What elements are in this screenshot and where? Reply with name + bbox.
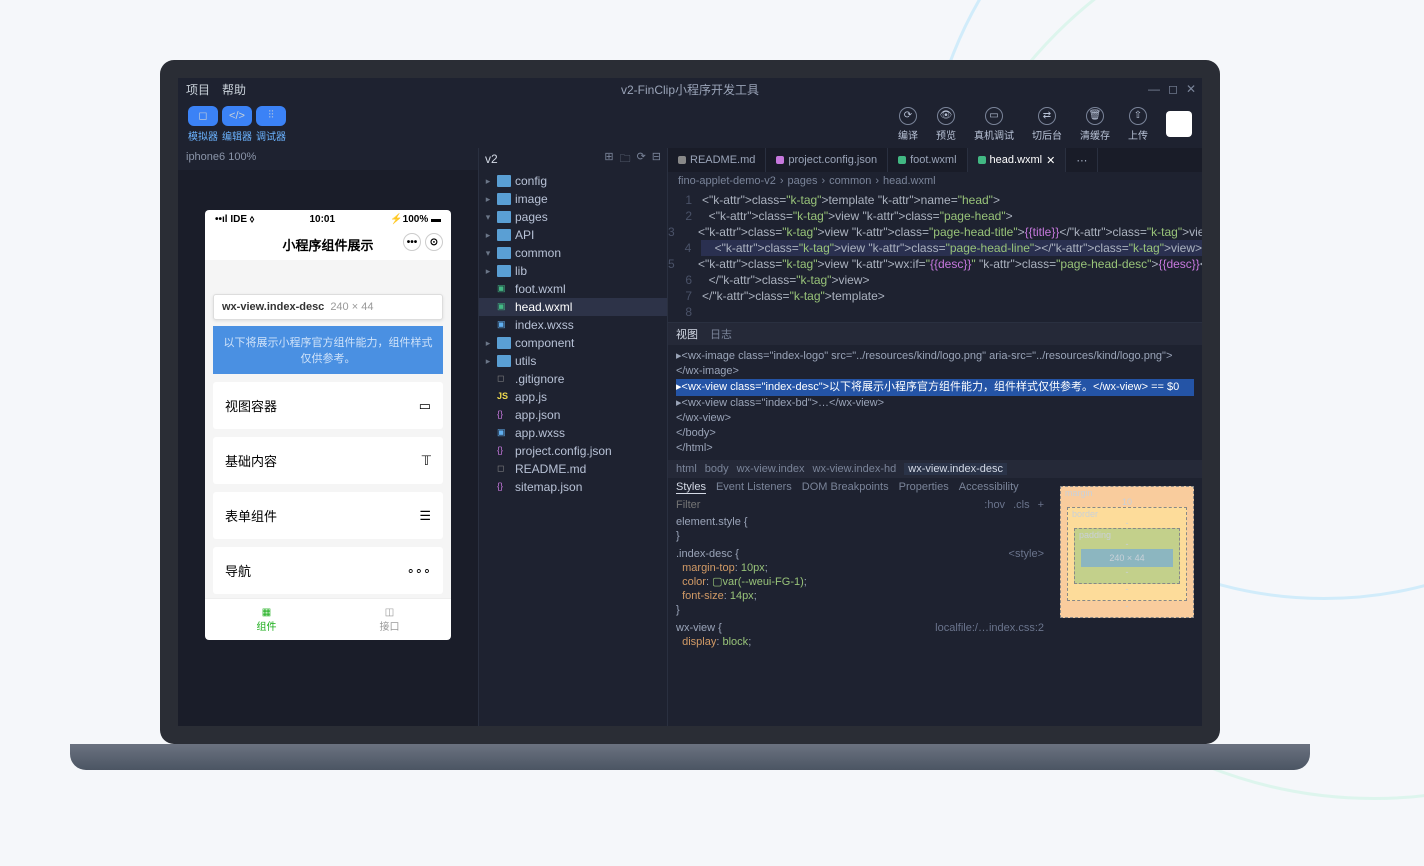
avatar[interactable] <box>1166 111 1192 137</box>
folder-common[interactable]: ▾common <box>479 244 667 262</box>
action-preview[interactable]: 👁预览 <box>936 107 956 142</box>
capsule-close-icon[interactable]: ⊙ <box>425 233 443 251</box>
device-label: iphone6 100% <box>178 148 478 170</box>
simulator-panel: iphone6 100% ••ıl IDE ⬨ 10:01 ⚡100% ▬ 小程… <box>178 148 478 726</box>
text-icon: 𝕋 <box>422 453 431 469</box>
grid-icon: ▦ <box>262 607 271 618</box>
status-battery: ⚡100% ▬ <box>390 214 441 225</box>
file-explorer: v2 ⊞ 🗀 ⟳ ⊟ ▸config ▸image ▾pages ▸API ▾comm… <box>478 148 668 726</box>
tab-component[interactable]: ▦组件 <box>205 599 328 640</box>
tab-projconfig[interactable]: project.config.json <box>766 148 888 172</box>
status-signal: ••ıl IDE ⬨ <box>215 214 254 225</box>
folder-api[interactable]: ▸API <box>479 226 667 244</box>
status-time: 10:01 <box>309 214 335 225</box>
toolbar: ◻模拟器 </>编辑器 ⫶⫶调试器 ⟳编译 👁预览 ▭真机调试 ⇄切后台 🗑清缓… <box>178 100 1202 148</box>
new-file-icon[interactable]: ⊞ <box>604 150 613 169</box>
close-icon[interactable]: ✕ <box>1186 82 1196 96</box>
file-indexwxss[interactable]: ▣index.wxss <box>479 316 667 334</box>
file-appwxss[interactable]: ▣app.wxss <box>479 424 667 442</box>
mode-editor[interactable]: </>编辑器 <box>222 106 252 143</box>
breadcrumb: fino-applet-demo-v2›pages›common›head.wx… <box>668 172 1202 190</box>
subtab-a11y[interactable]: Accessibility <box>959 481 1019 494</box>
file-appjson[interactable]: {}app.json <box>479 406 667 424</box>
styles-filter-input[interactable] <box>676 499 976 511</box>
file-sitemap[interactable]: {}sitemap.json <box>479 478 667 496</box>
subtab-props[interactable]: Properties <box>899 481 949 494</box>
action-compile[interactable]: ⟳编译 <box>898 107 918 142</box>
refresh-icon[interactable]: ⟳ <box>637 150 646 169</box>
close-tab-icon[interactable]: ✕ <box>1046 154 1055 167</box>
list-item[interactable]: 表单组件☰ <box>213 492 443 539</box>
action-upload[interactable]: ⇧上传 <box>1128 107 1148 142</box>
css-rule[interactable]: .index-desc {<style> margin-top: 10px; c… <box>668 545 1052 619</box>
file-projconfig[interactable]: {}project.config.json <box>479 442 667 460</box>
subtab-dom[interactable]: DOM Breakpoints <box>802 481 889 494</box>
list-item[interactable]: 导航∘∘∘ <box>213 547 443 594</box>
subtab-listeners[interactable]: Event Listeners <box>716 481 792 494</box>
new-folder-icon[interactable]: 🗀 <box>620 150 631 169</box>
folder-config[interactable]: ▸config <box>479 172 667 190</box>
list-item[interactable]: 基础内容𝕋 <box>213 437 443 484</box>
action-cache[interactable]: 🗑清缓存 <box>1080 107 1110 142</box>
menubar: 项目 帮助 v2-FinClip小程序开发工具 — ◻ ✕ <box>178 78 1202 100</box>
folder-image[interactable]: ▸image <box>479 190 667 208</box>
folder-pages[interactable]: ▾pages <box>479 208 667 226</box>
window-title: v2-FinClip小程序开发工具 <box>621 81 759 98</box>
nav-icon: ∘∘∘ <box>407 563 431 579</box>
subtab-styles[interactable]: Styles <box>676 481 706 494</box>
folder-utils[interactable]: ▸utils <box>479 352 667 370</box>
mode-debugger[interactable]: ⫶⫶调试器 <box>256 106 286 143</box>
inspect-tooltip: wx-view.index-desc240 × 44 <box>213 294 443 320</box>
page-title: 小程序组件展示 <box>282 238 373 253</box>
form-icon: ☰ <box>419 508 431 524</box>
box-model: margin10 border- padding- 240 × 44 - - - <box>1052 478 1202 726</box>
tab-readme[interactable]: README.md <box>668 148 766 172</box>
code-editor[interactable]: 1<"k-attr">class="k-tag">template "k-att… <box>668 190 1202 322</box>
tab-overflow[interactable]: ⋯ <box>1066 148 1098 172</box>
menu-help[interactable]: 帮助 <box>222 81 246 98</box>
file-readme[interactable]: ◻README.md <box>479 460 667 478</box>
action-background[interactable]: ⇄切后台 <box>1032 107 1062 142</box>
file-foot[interactable]: ▣foot.wxml <box>479 280 667 298</box>
add-rule-icon[interactable]: + <box>1038 499 1044 511</box>
maximize-icon[interactable]: ◻ <box>1168 82 1178 96</box>
css-rule[interactable]: wx-view {localfile:/…index.css:2 display… <box>668 619 1052 651</box>
file-gitignore[interactable]: ◻.gitignore <box>479 370 667 388</box>
laptop-mockup: 项目 帮助 v2-FinClip小程序开发工具 — ◻ ✕ ◻模拟器 </>编辑… <box>160 60 1220 770</box>
capsule-more-icon[interactable]: ••• <box>403 233 421 251</box>
ide-app: 项目 帮助 v2-FinClip小程序开发工具 — ◻ ✕ ◻模拟器 </>编辑… <box>178 78 1202 726</box>
collapse-icon[interactable]: ⊟ <box>652 150 661 169</box>
editor-tabs: README.md project.config.json foot.wxml … <box>668 148 1202 172</box>
menu-project[interactable]: 项目 <box>186 81 210 98</box>
folder-lib[interactable]: ▸lib <box>479 262 667 280</box>
container-icon: ▭ <box>419 398 431 414</box>
folder-component[interactable]: ▸component <box>479 334 667 352</box>
editor-panel: README.md project.config.json foot.wxml … <box>668 148 1202 726</box>
minimize-icon[interactable]: — <box>1148 82 1160 96</box>
css-rule[interactable]: element.style {} <box>668 513 1052 545</box>
project-name: v2 <box>485 152 498 166</box>
devtools: 视图 日志 ▸<wx-image class="index-logo" src=… <box>668 322 1202 726</box>
element-path[interactable]: htmlbodywx-view.indexwx-view.index-hdwx-… <box>668 460 1202 478</box>
devtools-tab-log[interactable]: 日志 <box>710 326 732 342</box>
action-remote[interactable]: ▭真机调试 <box>974 107 1014 142</box>
cls-toggle[interactable]: .cls <box>1013 499 1030 511</box>
tab-head[interactable]: head.wxml✕ <box>968 148 1067 172</box>
devtools-tab-elements[interactable]: 视图 <box>676 326 698 342</box>
mode-simulator[interactable]: ◻模拟器 <box>188 106 218 143</box>
highlighted-element: 以下将展示小程序官方组件能力，组件样式仅供参考。 <box>213 326 443 374</box>
file-appjs[interactable]: JSapp.js <box>479 388 667 406</box>
phone-preview: ••ıl IDE ⬨ 10:01 ⚡100% ▬ 小程序组件展示 •••⊙ wx… <box>205 210 451 640</box>
file-head[interactable]: ▣head.wxml <box>479 298 667 316</box>
hov-toggle[interactable]: :hov <box>984 499 1005 511</box>
tab-api[interactable]: ◫接口 <box>328 599 451 640</box>
elements-tree[interactable]: ▸<wx-image class="index-logo" src="../re… <box>668 345 1202 460</box>
tab-foot[interactable]: foot.wxml <box>888 148 967 172</box>
chip-icon: ◫ <box>385 607 394 618</box>
list-item[interactable]: 视图容器▭ <box>213 382 443 429</box>
